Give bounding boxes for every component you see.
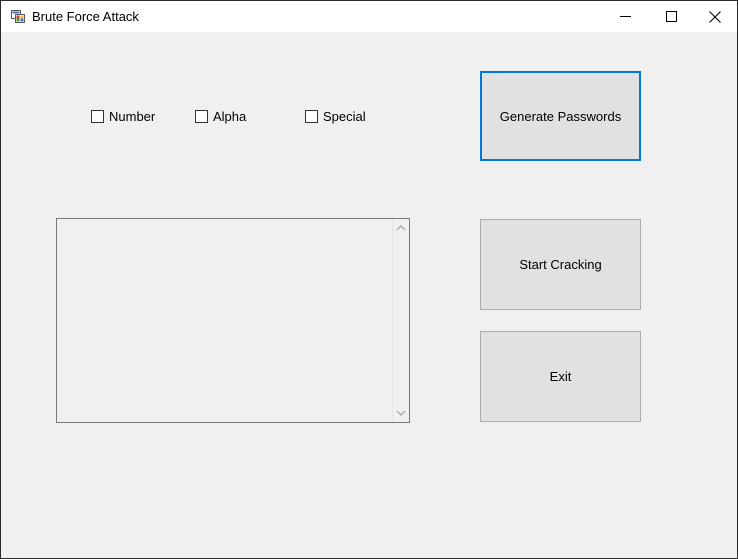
minimize-button[interactable] xyxy=(602,1,648,32)
app-icon xyxy=(11,10,25,23)
title-bar[interactable]: Brute Force Attack xyxy=(1,1,737,32)
scroll-down-icon[interactable] xyxy=(396,408,406,418)
special-checkbox-label: Special xyxy=(323,108,366,124)
special-checkbox[interactable]: Special xyxy=(305,108,366,124)
close-icon xyxy=(709,10,721,23)
alpha-checkbox[interactable]: Alpha xyxy=(195,108,246,124)
app-window: Brute Force Attack Number Alpha Special xyxy=(0,0,738,559)
exit-button[interactable]: Exit xyxy=(480,331,641,422)
alpha-checkbox-box[interactable] xyxy=(195,109,208,123)
start-cracking-button[interactable]: Start Cracking xyxy=(480,219,641,310)
generate-passwords-button[interactable]: Generate Passwords xyxy=(480,71,641,161)
vertical-scrollbar[interactable] xyxy=(392,219,409,422)
number-checkbox-label: Number xyxy=(109,108,156,124)
special-checkbox-box[interactable] xyxy=(305,109,318,123)
number-checkbox[interactable]: Number xyxy=(91,108,155,124)
number-checkbox-box[interactable] xyxy=(91,109,104,123)
close-button[interactable] xyxy=(692,1,737,32)
scroll-up-icon[interactable] xyxy=(396,223,406,233)
maximize-button[interactable] xyxy=(648,1,694,32)
window-title: Brute Force Attack xyxy=(32,9,139,24)
maximize-icon xyxy=(665,11,677,22)
output-textarea[interactable] xyxy=(56,218,410,423)
minimize-icon xyxy=(619,16,631,17)
alpha-checkbox-label: Alpha xyxy=(213,108,247,124)
